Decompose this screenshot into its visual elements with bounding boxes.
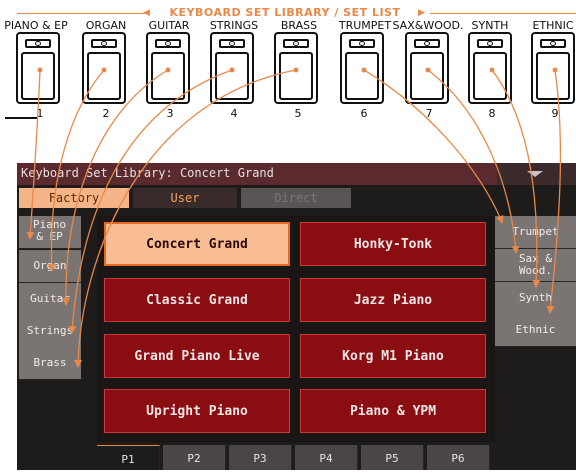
hardware-key-organ[interactable] <box>82 32 126 104</box>
key-face <box>345 52 379 100</box>
hardware-key-brass[interactable] <box>274 32 318 104</box>
sound-button-piano-ypm[interactable]: Piano & YPM <box>300 389 486 433</box>
category-label-piano-ep: PIANO & EP <box>4 19 68 32</box>
key-face <box>536 52 570 100</box>
banner-arrow-left: ◀ <box>143 8 150 18</box>
page-tab-p6[interactable]: P6 <box>427 445 490 470</box>
side-tab-sax-wood[interactable]: Sax & Wood. <box>495 249 576 282</box>
category-label-brass: BRASS <box>280 19 318 32</box>
key-face <box>151 52 185 100</box>
led-indicator <box>283 39 309 48</box>
display-screen: Keyboard Set Library: Concert Grand Fact… <box>17 163 576 470</box>
hardware-key-trumpet[interactable] <box>340 32 384 104</box>
led-indicator <box>477 39 503 48</box>
side-tab-organ[interactable]: Organ <box>19 250 81 283</box>
key-number-7: 7 <box>425 107 433 120</box>
sound-button-concert-grand[interactable]: Concert Grand <box>104 222 290 266</box>
page-tab-p4[interactable]: P4 <box>295 445 358 470</box>
led-indicator <box>349 39 375 48</box>
side-tab-synth[interactable]: Synth <box>495 282 576 315</box>
key-face <box>215 52 249 100</box>
hardware-key-sax-wood[interactable] <box>405 32 449 104</box>
tab-direct[interactable]: Direct <box>241 188 351 208</box>
sound-button-upright-piano[interactable]: Upright Piano <box>104 389 290 433</box>
category-label-ethnic: ETHNIC <box>532 19 574 32</box>
hardware-key-piano-ep[interactable] <box>16 32 60 104</box>
side-tab-piano-ep[interactable]: Piano & EP <box>19 216 81 249</box>
banner-arrow-right: ▶ <box>418 8 425 18</box>
page-tab-p3[interactable]: P3 <box>229 445 292 470</box>
sound-button-korg-m1-piano[interactable]: Korg M1 Piano <box>300 334 486 378</box>
sound-button-grand-piano-live[interactable]: Grand Piano Live <box>104 334 290 378</box>
key-face <box>410 52 444 100</box>
banner-line-right <box>430 13 576 14</box>
key-number-8: 8 <box>488 107 496 120</box>
side-tab-brass[interactable]: Brass <box>19 347 81 380</box>
hardware-key-synth[interactable] <box>468 32 512 104</box>
sound-button-honky-tonk[interactable]: Honky-Tonk <box>300 222 486 266</box>
led-indicator <box>540 39 566 48</box>
banner-title: KEYBOARD SET LIBRARY / SET LIST <box>169 6 401 19</box>
side-tab-guitar[interactable]: Guitar <box>19 283 81 316</box>
led-indicator <box>155 39 181 48</box>
hardware-key-guitar[interactable] <box>146 32 190 104</box>
banner-line-left <box>17 13 147 14</box>
hardware-key-strings[interactable] <box>210 32 254 104</box>
key-number-2: 2 <box>102 107 110 120</box>
key-number-1: 1 <box>36 107 44 120</box>
sound-button-jazz-piano[interactable]: Jazz Piano <box>300 278 486 322</box>
page-tab-p1[interactable]: P1 <box>97 445 160 470</box>
led-indicator <box>25 39 51 48</box>
key-number-9: 9 <box>551 107 559 120</box>
chevron-down-icon <box>527 171 543 177</box>
key-number-4: 4 <box>230 107 238 120</box>
key-number-6: 6 <box>360 107 368 120</box>
page-title: Keyboard Set Library: Concert Grand <box>21 166 274 180</box>
side-tab-strings[interactable]: Strings <box>19 315 81 348</box>
key-number-5: 5 <box>294 107 302 120</box>
led-indicator <box>414 39 440 48</box>
key-face <box>473 52 507 100</box>
led-indicator <box>91 39 117 48</box>
title-bar: Keyboard Set Library: Concert Grand <box>17 163 576 185</box>
page-tab-p5[interactable]: P5 <box>361 445 424 470</box>
side-tab-ethnic[interactable]: Ethnic <box>495 314 576 347</box>
key-face <box>21 52 55 100</box>
key-number-3: 3 <box>166 107 174 120</box>
page-menu-button[interactable] <box>497 163 576 185</box>
side-tab-trumpet[interactable]: Trumpet <box>495 216 576 249</box>
tab-factory[interactable]: Factory <box>19 188 129 208</box>
tab-user[interactable]: User <box>133 188 237 208</box>
sound-grid: Concert Grand Honky-Tonk Classic Grand J… <box>97 216 495 442</box>
led-indicator <box>219 39 245 48</box>
key-face <box>87 52 121 100</box>
page-tab-p2[interactable]: P2 <box>163 445 226 470</box>
sound-button-classic-grand[interactable]: Classic Grand <box>104 278 290 322</box>
key-face <box>279 52 313 100</box>
hardware-key-ethnic[interactable] <box>531 32 575 104</box>
page-tabs: P1 P2 P3 P4 P5 P6 <box>97 445 495 470</box>
